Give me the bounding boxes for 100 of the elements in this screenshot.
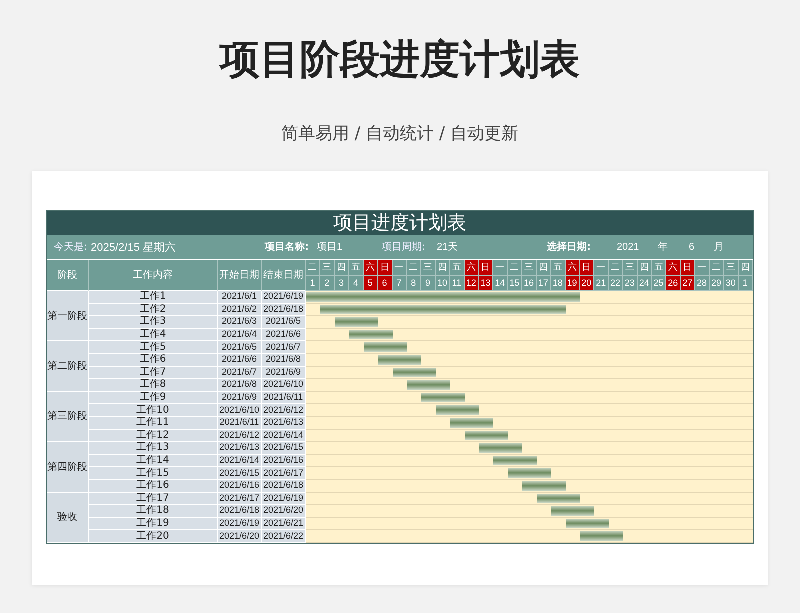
table-cell: 2021/6/17	[262, 467, 306, 480]
gantt-bar	[580, 531, 624, 541]
table-cell: 2021/6/15	[218, 467, 262, 480]
table-cell: 2021/6/17	[218, 492, 262, 506]
info-value: 年	[658, 241, 669, 254]
page-title: 项目阶段进度计划表	[220, 36, 580, 84]
day-cell: 24	[638, 276, 652, 291]
day-cell: 3	[334, 276, 350, 291]
weekday-cell: 六	[464, 260, 480, 276]
day-cell: 5	[364, 276, 378, 291]
stage-cell: 第一阶段	[47, 291, 89, 342]
table-cell: 工作16	[89, 480, 218, 493]
day-cell: 28	[695, 276, 710, 291]
table-cell: 2021/6/22	[262, 530, 306, 543]
table-cell: 工作19	[89, 518, 218, 530]
day-cell: 21	[594, 276, 609, 291]
gantt-bar	[522, 481, 566, 491]
table-cell: 2021/6/7	[262, 341, 306, 354]
table-cell: 工作12	[89, 430, 218, 442]
column-header: 开始日期	[218, 260, 262, 291]
info-value: 项目1	[317, 241, 344, 254]
day-cell: 14	[493, 276, 508, 291]
column-header: 工作内容	[89, 260, 218, 291]
table-cell: 2021/6/20	[262, 505, 306, 518]
weekday-cell: 六	[364, 260, 378, 276]
info-label: 项目名称:	[265, 240, 310, 254]
table-cell: 工作2	[89, 304, 218, 316]
sheet-title: 项目进度计划表	[47, 211, 753, 235]
table-cell: 2021/6/13	[262, 417, 306, 430]
info-label: 今天是:	[54, 241, 88, 254]
weekday-cell: 日	[378, 260, 393, 276]
weekday-cell: 一	[695, 260, 710, 276]
weekday-cell: 二	[306, 260, 320, 276]
column-header: 阶段	[47, 260, 89, 291]
day-cell: 15	[508, 276, 522, 291]
table-cell: 工作3	[89, 316, 218, 329]
table-cell: 工作17	[89, 492, 218, 506]
table-cell: 工作13	[89, 442, 218, 455]
gantt-bar	[421, 392, 465, 402]
day-cell: 18	[551, 276, 566, 291]
weekday-cell: 三	[522, 260, 537, 276]
table-cell: 2021/6/6	[218, 354, 262, 367]
table-cell: 2021/6/11	[218, 417, 262, 430]
info-value: 6	[689, 242, 696, 252]
table-cell: 工作9	[89, 392, 218, 404]
day-cell: 4	[349, 276, 364, 291]
weekday-cell: 六	[566, 260, 580, 276]
day-cell: 22	[608, 276, 624, 291]
day-cell: 1	[306, 276, 320, 291]
weekday-cell: 三	[623, 260, 638, 276]
day-cell: 27	[680, 276, 696, 291]
table-cell: 工作8	[89, 379, 218, 392]
gantt-bar	[392, 368, 436, 378]
day-cell: 8	[406, 276, 422, 291]
gantt-bar	[479, 443, 522, 453]
table-cell: 2021/6/20	[218, 530, 262, 543]
table-cell: 工作20	[89, 530, 218, 543]
gantt-bar	[536, 494, 580, 504]
weekday-cell: 四	[738, 260, 753, 276]
table-cell: 工作15	[89, 467, 218, 480]
day-cell: 10	[436, 276, 450, 291]
table-cell: 工作6	[89, 354, 218, 367]
table-cell: 2021/6/8	[262, 354, 306, 367]
day-cell: 19	[566, 276, 580, 291]
gantt-bar	[566, 518, 609, 528]
table-cell: 2021/6/18	[262, 304, 306, 316]
table-cell: 2021/6/13	[218, 442, 262, 455]
gantt-bar	[508, 468, 552, 478]
weekday-cell: 四	[334, 260, 350, 276]
table-cell: 2021/6/2	[218, 304, 262, 316]
info-value: 月	[714, 241, 724, 254]
table-cell: 2021/6/19	[218, 518, 262, 530]
day-cell: 17	[536, 276, 552, 291]
table-cell: 2021/6/19	[262, 492, 306, 506]
table-cell: 工作7	[89, 366, 218, 380]
table-cell: 2021/6/5	[218, 341, 262, 354]
table-cell: 2021/6/10	[218, 404, 262, 417]
day-cell: 9	[421, 276, 436, 291]
weekday-cell: 二	[406, 260, 422, 276]
stage-cell: 第二阶段	[47, 341, 89, 392]
weekday-cell: 二	[710, 260, 724, 276]
day-cell: 11	[450, 276, 465, 291]
stage-cell: 第三阶段	[47, 392, 89, 442]
table-cell: 2021/6/1	[218, 291, 262, 304]
weekday-cell: 五	[652, 260, 666, 276]
weekday-cell: 日	[580, 260, 594, 276]
info-label: 项目周期:	[382, 240, 426, 254]
info-value: 2021	[617, 242, 640, 252]
table-cell: 2021/6/9	[218, 392, 262, 404]
gantt-bar	[464, 430, 508, 440]
gantt-bar	[334, 317, 378, 327]
gantt-bar	[551, 506, 594, 516]
weekday-cell: 一	[392, 260, 407, 276]
day-cell: 16	[522, 276, 537, 291]
info-label: 选择日期:	[547, 240, 592, 254]
gantt-bar	[364, 342, 407, 352]
gantt-bar	[436, 405, 480, 415]
day-cell: 23	[623, 276, 638, 291]
day-cell: 7	[392, 276, 407, 291]
gantt-bar	[406, 380, 450, 390]
